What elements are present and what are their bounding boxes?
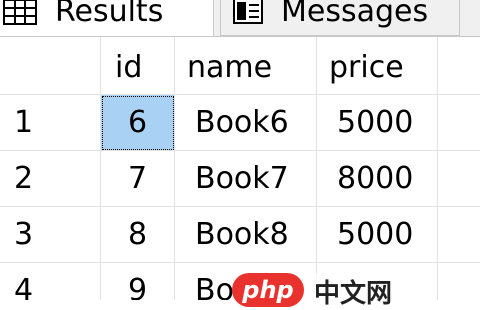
cell-id[interactable]: 6 (101, 95, 175, 151)
tab-results[interactable]: Results (0, 0, 214, 36)
table-row: 3 8 Book8 5000 (0, 207, 480, 263)
column-header-id[interactable]: id (101, 37, 175, 95)
results-grid: id name price 1 6 Book6 5000 2 7 Book7 8… (0, 37, 480, 300)
empty-header-cell (438, 37, 480, 95)
watermark-text: 中文网 (310, 272, 397, 310)
grid-header: id name price (0, 37, 480, 95)
cell-name[interactable]: Book8 (175, 207, 317, 263)
row-number[interactable]: 3 (0, 207, 101, 263)
tab-results-label: Results (55, 0, 164, 29)
row-number[interactable]: 1 (0, 95, 101, 151)
column-header-name[interactable]: name (175, 37, 317, 95)
result-tabs: Results Messages (0, 0, 480, 37)
cell-name[interactable]: Book7 (175, 151, 317, 207)
row-number[interactable]: 4 (0, 263, 101, 300)
table-row: 2 7 Book7 8000 (0, 151, 480, 207)
grid-icon (3, 0, 37, 25)
watermark-badge: php (232, 273, 304, 307)
tab-messages-label: Messages (281, 0, 429, 29)
watermark-logo: php 中文网 (232, 272, 480, 310)
row-number[interactable]: 2 (0, 151, 101, 207)
cell-price[interactable]: 8000 (317, 151, 438, 207)
table-row: 1 6 Book6 5000 (0, 95, 480, 151)
row-number-header[interactable] (0, 37, 101, 95)
cell-name[interactable]: Book6 (175, 95, 317, 151)
cell-id[interactable]: 7 (101, 151, 175, 207)
column-header-price[interactable]: price (317, 37, 438, 95)
messages-icon (233, 0, 263, 24)
cell-id[interactable]: 8 (101, 207, 175, 263)
empty-cell (438, 95, 480, 151)
tab-messages[interactable]: Messages (220, 0, 460, 36)
cell-price[interactable]: 5000 (317, 207, 438, 263)
cell-price[interactable]: 5000 (317, 95, 438, 151)
empty-cell (438, 151, 480, 207)
cell-id[interactable]: 9 (101, 263, 175, 300)
empty-cell (438, 207, 480, 263)
